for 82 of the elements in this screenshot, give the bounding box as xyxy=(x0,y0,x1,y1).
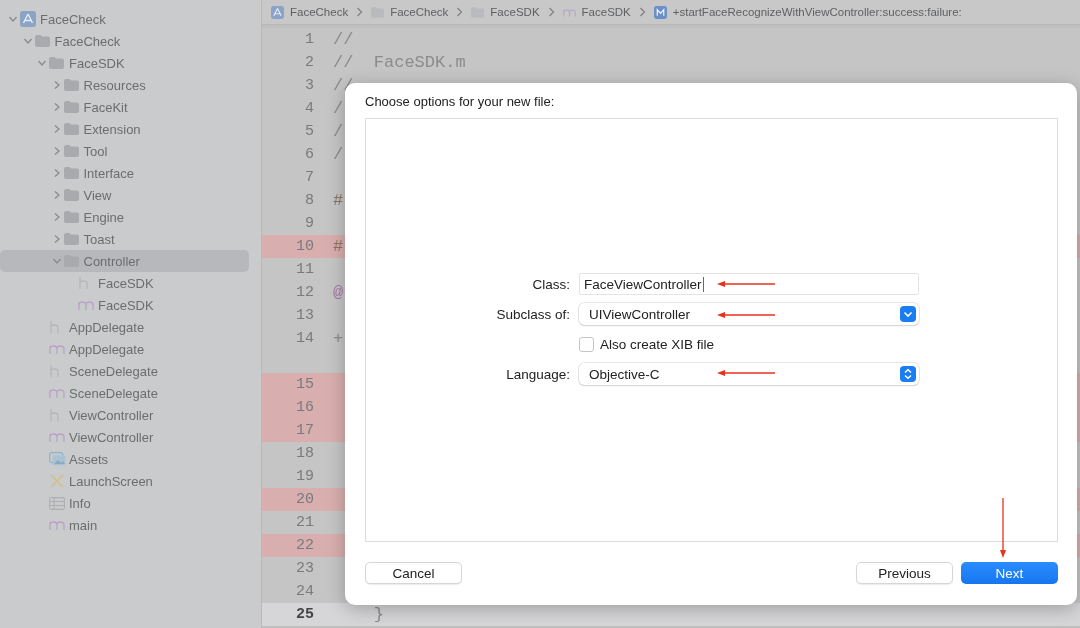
line-number: 21 xyxy=(295,513,314,533)
source-file-icon xyxy=(49,431,65,443)
folder-icon xyxy=(63,101,79,113)
chevron-down-icon xyxy=(900,306,916,322)
chevron-right-icon xyxy=(456,7,464,17)
annotation-arrow xyxy=(717,369,775,377)
annotation-arrow xyxy=(717,280,775,288)
table-icon xyxy=(49,496,65,510)
next-button[interactable]: Next xyxy=(961,562,1058,584)
cross-icon xyxy=(49,474,65,488)
line-number: 19 xyxy=(295,467,314,487)
code-text: / xyxy=(333,99,344,118)
field-label: Language: xyxy=(505,366,570,382)
dialog-title: Choose options for your new file: xyxy=(365,94,556,111)
folder-icon xyxy=(34,35,50,47)
up-down-chevron-icon xyxy=(900,366,916,382)
code-text: # xyxy=(333,237,344,256)
code-text: @ xyxy=(333,283,344,302)
source-file-icon xyxy=(49,343,65,355)
folder-icon xyxy=(63,167,79,179)
source-file-icon xyxy=(78,299,94,311)
line-number: 3 xyxy=(304,76,314,96)
line-number: 9 xyxy=(304,214,314,234)
breadcrumb-item[interactable]: FaceSDK xyxy=(581,6,631,18)
line-number: 6 xyxy=(304,145,314,165)
code-text: / xyxy=(333,145,344,164)
source-file-icon xyxy=(49,387,65,399)
navigator-item[interactable]: Controller xyxy=(0,250,249,272)
line-number: 5 xyxy=(304,122,314,142)
folder-icon xyxy=(63,233,79,245)
checkbox-label: Also create XIB file xyxy=(600,336,715,352)
code-text: # xyxy=(333,191,344,210)
chevron-down-icon[interactable] xyxy=(22,36,33,46)
field-label: Class: xyxy=(531,276,570,292)
line-number: 8 xyxy=(304,191,314,211)
code-text: // xyxy=(333,30,354,49)
chevron-right-icon xyxy=(547,7,555,17)
line-number: 14 xyxy=(295,329,314,349)
subclass-dropdown[interactable]: UIViewController xyxy=(579,303,919,325)
breadcrumb-item[interactable]: FaceCheck xyxy=(390,6,449,18)
breadcrumb-item[interactable]: FaceSDK xyxy=(490,6,540,18)
line-number: 2 xyxy=(304,53,314,73)
code-text: // xyxy=(333,76,354,95)
code-text: + xyxy=(333,328,344,350)
line-number: 18 xyxy=(295,444,314,464)
breadcrumb-item[interactable]: +startFaceRecognizeWithViewController:success:failure: xyxy=(672,6,962,18)
chevron-down-icon[interactable] xyxy=(37,58,47,68)
chevron-down-icon[interactable] xyxy=(8,14,18,24)
code-text: // FaceSDK.m xyxy=(333,53,466,72)
field-label: Subclass of: xyxy=(495,306,570,322)
line-number: 24 xyxy=(295,582,314,602)
method-icon xyxy=(653,5,667,19)
chevron-right-icon xyxy=(356,7,364,17)
folder-icon xyxy=(63,123,79,135)
source-file-icon xyxy=(49,519,65,531)
image-stack-icon xyxy=(49,452,66,466)
class-name-field[interactable]: FaceViewController xyxy=(579,273,919,295)
project-icon xyxy=(20,11,36,27)
folder-icon xyxy=(49,57,64,69)
chevron-right-icon xyxy=(638,7,646,17)
line-number: 23 xyxy=(295,559,314,579)
line-number: 1 xyxy=(304,30,314,50)
annotation-arrow xyxy=(717,311,775,319)
cancel-button[interactable]: Cancel xyxy=(365,562,462,584)
code-text: / xyxy=(333,122,344,141)
breadcrumb-item[interactable]: FaceCheck xyxy=(290,6,349,18)
line-number: 4 xyxy=(304,99,314,119)
folder-icon xyxy=(63,79,79,91)
folder-icon xyxy=(63,211,79,223)
folder-icon xyxy=(63,145,79,157)
checkbox[interactable] xyxy=(579,336,594,352)
annotation-arrow xyxy=(999,498,1007,558)
folder-icon xyxy=(63,189,79,201)
project-icon xyxy=(271,5,284,19)
line-number: 12 xyxy=(295,283,314,303)
previous-button[interactable]: Previous xyxy=(856,562,953,584)
code-text: } xyxy=(372,605,384,624)
line-number: 11 xyxy=(295,260,314,280)
line-number: 7 xyxy=(304,168,314,188)
language-dropdown[interactable]: Objective-C xyxy=(579,363,919,385)
line-number: 13 xyxy=(295,306,314,326)
chevron-down-icon[interactable] xyxy=(51,256,62,266)
